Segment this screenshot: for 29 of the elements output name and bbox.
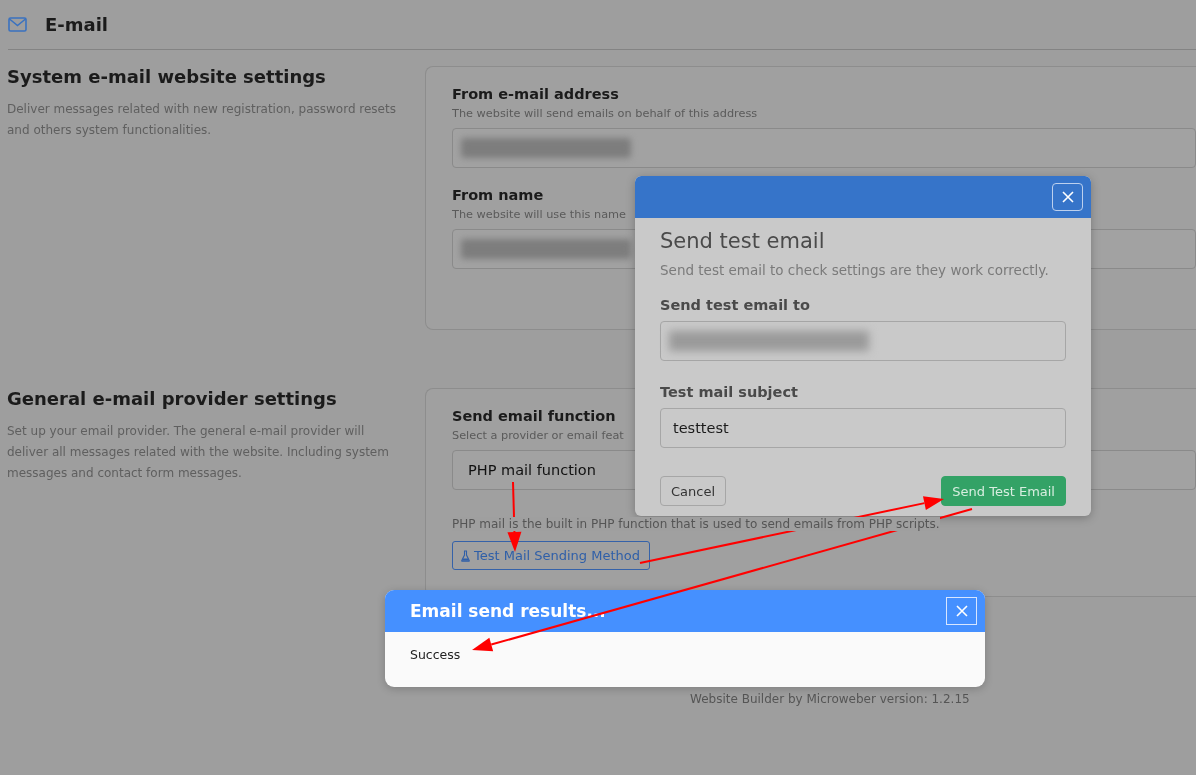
input-field[interactable]: testtest: [660, 408, 1066, 448]
cancel-button[interactable]: Cancel: [660, 476, 727, 506]
close-icon: [955, 605, 968, 617]
input-field[interactable]: [452, 128, 1196, 168]
dialog-title: Email send results...: [410, 601, 606, 621]
section-description: Deliver messages related with new registration, password resets and others system functionalities.: [7, 101, 397, 139]
field-label: Send test email to: [660, 297, 811, 313]
flask-icon: [461, 549, 470, 562]
help-text: PHP mail is the built in PHP function that is used to send emails from PHP scripts.: [452, 517, 940, 531]
modal-subtitle: Send test email to check settings are they work correctly.: [660, 262, 1050, 278]
result-text: Success: [410, 647, 461, 662]
footer-text: Website Builder by Microweber version: 1.2.15: [690, 692, 970, 706]
field-hint: The website will send emails on behalf of this address: [452, 107, 758, 120]
field-label: Test mail subject: [660, 384, 799, 400]
page-title: E-mail: [45, 14, 108, 35]
modal-title: Send test email: [660, 229, 826, 253]
field-label: From name: [452, 187, 544, 203]
close-button[interactable]: [1052, 183, 1083, 211]
close-button[interactable]: [946, 597, 977, 625]
field-hint: Select a provider or email feat: [452, 429, 624, 442]
close-icon: [1061, 191, 1074, 203]
field-label: Send email function: [452, 408, 616, 424]
section-description: Set up your email provider. The general e-mail provider will deliver all messages related with the website. Including system messages and contact form messages.: [7, 423, 390, 482]
envelope-icon: [8, 17, 27, 32]
field-hint: The website will use this name: [452, 208, 627, 221]
field-label: From e-mail address: [452, 86, 619, 102]
input-field[interactable]: [660, 321, 1066, 361]
section-title: System e-mail website settings: [7, 66, 327, 87]
section-title: General e-mail provider settings: [7, 388, 338, 409]
